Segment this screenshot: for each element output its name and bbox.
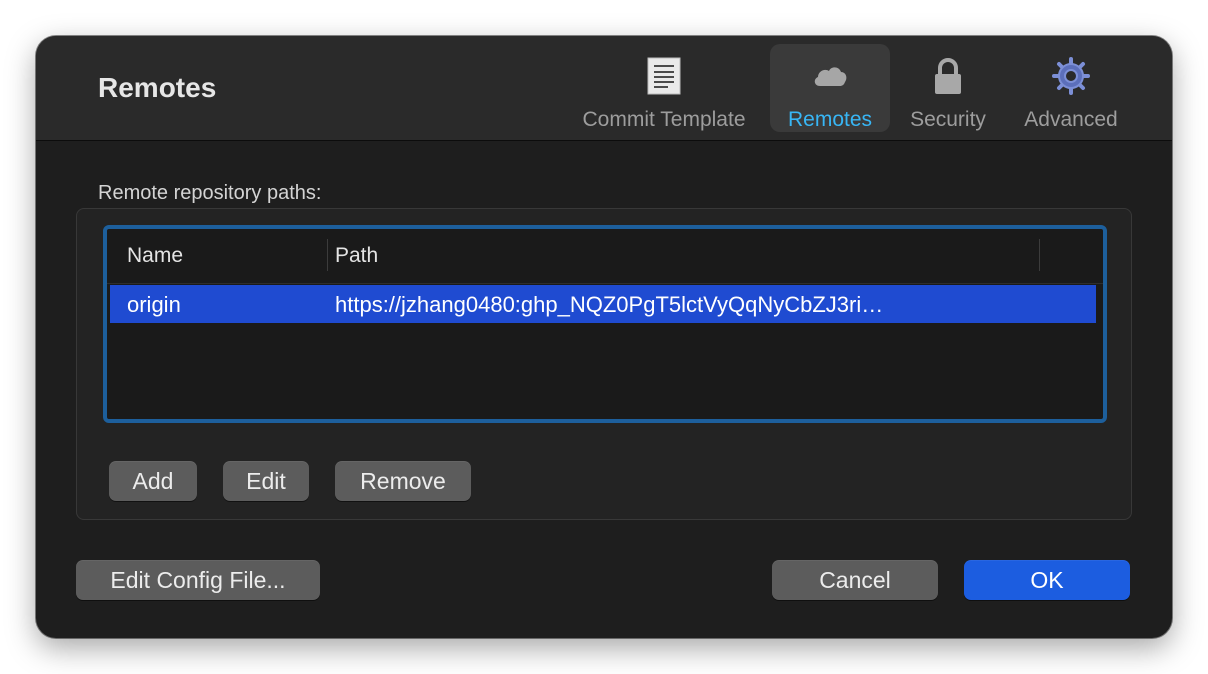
tab-label: Security — [910, 108, 986, 131]
column-header-name[interactable]: Name — [127, 244, 183, 268]
table-header: Name Path — [107, 229, 1103, 284]
tab-advanced[interactable]: Advanced — [1008, 44, 1134, 132]
document-icon — [647, 57, 681, 95]
column-divider[interactable] — [1039, 239, 1040, 271]
tab-label: Advanced — [1024, 108, 1118, 131]
toolbar: Remotes Commit Template Remotes Security… — [36, 36, 1172, 141]
column-divider[interactable] — [327, 239, 328, 271]
ok-button[interactable]: OK — [964, 560, 1130, 600]
window-title: Remotes — [98, 72, 217, 103]
remove-remote-button[interactable]: Remove — [335, 461, 471, 501]
table-row[interactable]: origin https://jzhang0480:ghp_NQZ0PgT5lc… — [110, 285, 1096, 323]
remote-name-cell: origin — [127, 292, 181, 317]
remote-path-cell: https://jzhang0480:ghp_NQZ0PgT5lctVyQqNy… — [335, 292, 884, 317]
add-remote-button[interactable]: Add — [109, 461, 197, 501]
tab-label: Commit Template — [582, 108, 746, 131]
remotes-group: Name Path origin https://jzhang0480:ghp_… — [76, 208, 1132, 520]
tab-commit-template[interactable]: Commit Template — [562, 44, 766, 132]
lock-icon — [935, 58, 961, 94]
preferences-window: Remotes Commit Template Remotes Security… — [36, 36, 1172, 638]
tab-remotes[interactable]: Remotes — [770, 44, 890, 132]
column-header-path[interactable]: Path — [335, 244, 378, 268]
cloud-icon — [814, 67, 847, 86]
tab-label: Remotes — [787, 108, 873, 131]
remote-paths-label: Remote repository paths: — [98, 182, 322, 204]
gear-icon — [1052, 57, 1090, 95]
edit-remote-button[interactable]: Edit — [223, 461, 309, 501]
tab-security[interactable]: Security — [894, 44, 1002, 132]
cancel-button[interactable]: Cancel — [772, 560, 938, 600]
remotes-table[interactable]: Name Path origin https://jzhang0480:ghp_… — [103, 225, 1107, 423]
edit-config-file-button[interactable]: Edit Config File... — [76, 560, 320, 600]
